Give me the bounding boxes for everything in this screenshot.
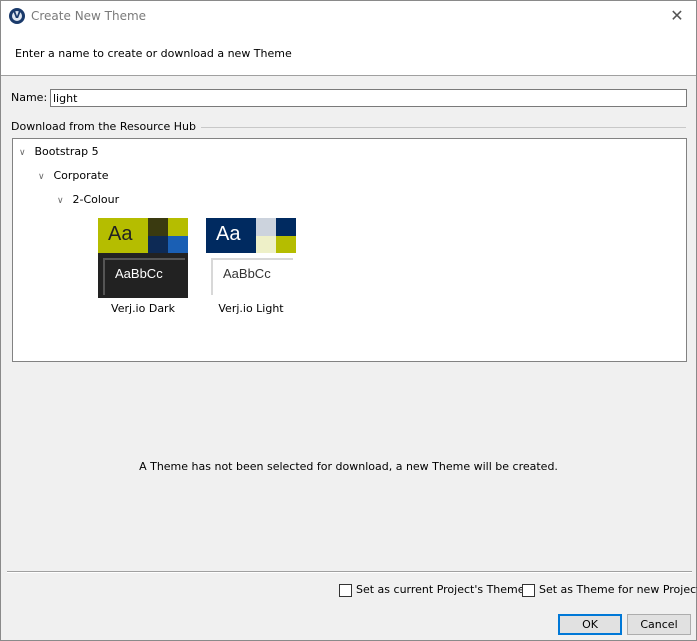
tree-node-label: Bootstrap 5 bbox=[34, 145, 99, 158]
ok-button[interactable]: OK bbox=[558, 614, 622, 635]
app-logo-icon: V bbox=[9, 8, 25, 24]
name-input[interactable] bbox=[50, 89, 687, 107]
tree-node-bootstrap[interactable]: ∨ Bootstrap 5 bbox=[19, 145, 99, 158]
tree-node-label: 2-Colour bbox=[72, 193, 120, 206]
theme-label-light[interactable]: Verj.io Light bbox=[206, 302, 296, 315]
tree-node-corporate[interactable]: ∨ Corporate bbox=[38, 169, 109, 182]
status-message: A Theme has not been selected for downlo… bbox=[139, 460, 558, 473]
resource-hub-label: Download from the Resource Hub bbox=[11, 120, 201, 133]
sample-text: AaBbCc bbox=[223, 266, 271, 281]
theme-tree[interactable]: ∨ Bootstrap 5 ∨ Corporate ∨ 2-Colour Aa … bbox=[12, 138, 687, 362]
sample-heading: Aa bbox=[108, 223, 133, 245]
cancel-button[interactable]: Cancel bbox=[627, 614, 691, 635]
chevron-down-icon[interactable]: ∨ bbox=[57, 196, 69, 206]
sample-heading: Aa bbox=[216, 223, 241, 245]
chevron-down-icon[interactable]: ∨ bbox=[19, 148, 31, 158]
checkbox-label: Set as Theme for new Projects bbox=[539, 583, 697, 596]
sample-text: AaBbCc bbox=[115, 266, 163, 281]
close-icon[interactable]: ✕ bbox=[664, 3, 690, 29]
tree-node-label: Corporate bbox=[53, 169, 109, 182]
title-bar: V Create New Theme ✕ bbox=[1, 1, 696, 32]
chevron-down-icon[interactable]: ∨ bbox=[38, 172, 50, 182]
theme-thumbnail-dark[interactable]: Aa AaBbCc bbox=[98, 218, 188, 298]
theme-label-dark[interactable]: Verj.io Dark bbox=[98, 302, 188, 315]
name-label: Name: bbox=[11, 91, 48, 104]
window-title: Create New Theme bbox=[31, 9, 147, 23]
dialog-header: Enter a name to create or download a new… bbox=[1, 32, 696, 76]
checkbox-label: Set as current Project's Theme bbox=[356, 583, 525, 596]
checkbox-box[interactable] bbox=[339, 584, 352, 597]
header-text: Enter a name to create or download a new… bbox=[15, 47, 292, 60]
footer-divider bbox=[7, 571, 692, 573]
dialog-window: V Create New Theme ✕ Enter a name to cre… bbox=[0, 0, 697, 641]
checkbox-box[interactable] bbox=[522, 584, 535, 597]
theme-thumbnail-light[interactable]: Aa AaBbCc bbox=[206, 218, 296, 298]
tree-node-2-colour[interactable]: ∨ 2-Colour bbox=[57, 193, 119, 206]
